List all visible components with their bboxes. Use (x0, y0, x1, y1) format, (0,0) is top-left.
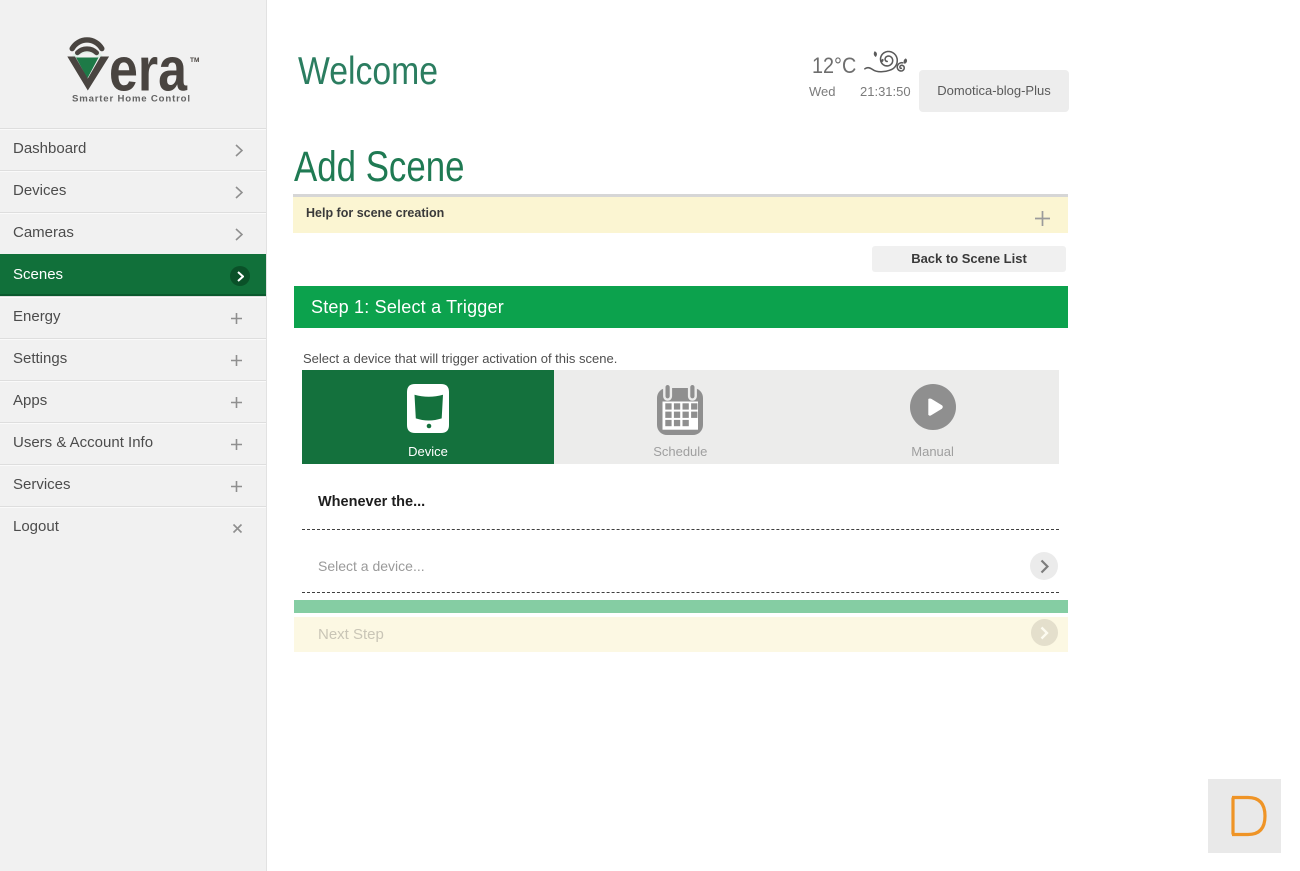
svg-text:Smarter Home Control: Smarter Home Control (72, 94, 190, 104)
svg-text:TM: TM (190, 57, 199, 64)
